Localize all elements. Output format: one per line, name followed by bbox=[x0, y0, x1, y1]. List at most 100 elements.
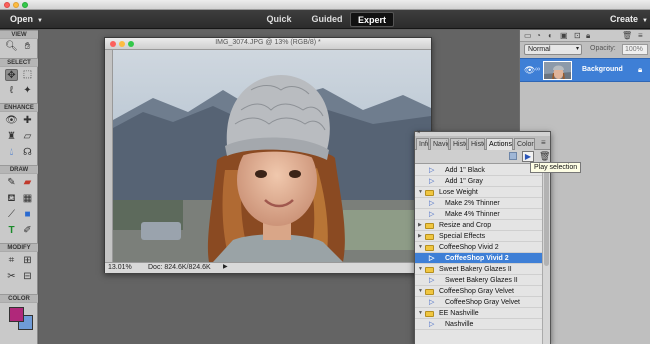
tab-history[interactable]: Histo bbox=[468, 138, 485, 150]
action-label: Lose Weight bbox=[439, 189, 478, 196]
tab-navigator[interactable]: Navig bbox=[430, 138, 449, 150]
panel-menu-icon[interactable]: ≡ bbox=[638, 31, 643, 40]
shape-tool-icon[interactable]: ■ bbox=[21, 209, 34, 221]
blend-mode-select[interactable]: Normal ▾ bbox=[524, 44, 582, 55]
eyedropper-tool-icon[interactable]: ⟋ bbox=[5, 209, 18, 221]
action-row[interactable]: ▷ Make 2% Thinner bbox=[415, 198, 542, 209]
pencil-tool-icon[interactable]: ✐ bbox=[21, 225, 34, 237]
panel-menu-icon[interactable]: ≡ bbox=[541, 138, 546, 147]
toolbox-section-draw: DRAW bbox=[0, 165, 38, 174]
action-icon: ▷ bbox=[429, 277, 435, 284]
content-aware-move-tool-icon[interactable]: ✂ bbox=[5, 271, 18, 283]
tab-quick[interactable]: Quick bbox=[262, 12, 296, 27]
create-menu[interactable]: Create ▼ bbox=[610, 14, 648, 24]
visibility-eye-icon[interactable]: 👁︎ bbox=[524, 65, 535, 76]
zoom-level[interactable]: 13.01% bbox=[108, 264, 132, 271]
action-label: Add 1" Gray bbox=[445, 178, 483, 185]
chevron-down-icon: ▼ bbox=[642, 18, 648, 24]
document-window: IMG_3074.JPG @ 13% (RGB/8) * 13.01% Doc:… bbox=[104, 37, 432, 273]
expand-triangle-icon[interactable]: ▼ bbox=[418, 187, 423, 198]
delete-action-icon[interactable]: 🗑︎ bbox=[539, 151, 550, 162]
expand-triangle-icon[interactable]: ▼ bbox=[418, 242, 423, 253]
stop-icon[interactable] bbox=[509, 152, 517, 160]
action-set-row[interactable]: ▼ Sweet Bakery Glazes II bbox=[415, 264, 542, 275]
action-set-row[interactable]: ▼ CoffeeShop Gray Velvet bbox=[415, 286, 542, 297]
expand-triangle-icon[interactable]: ▼ bbox=[418, 264, 423, 275]
open-menu-label: Open bbox=[10, 14, 34, 24]
new-layer-icon[interactable]: ▭ bbox=[524, 31, 532, 40]
expand-triangle-icon[interactable]: ▼ bbox=[418, 286, 423, 297]
folder-icon bbox=[425, 234, 434, 240]
paint-bucket-tool-icon[interactable]: ⛾ bbox=[5, 193, 18, 205]
sponge-tool-icon[interactable]: ☊ bbox=[21, 147, 34, 159]
play-selection-button[interactable]: ▶ bbox=[522, 151, 534, 162]
tab-expert[interactable]: Expert bbox=[350, 12, 394, 27]
scrollbar-thumb[interactable] bbox=[544, 166, 549, 266]
layer-row-background[interactable]: 👁︎ ∞ Background 🔒︎ bbox=[520, 58, 650, 82]
brush-tool-icon[interactable]: ✎ bbox=[5, 177, 18, 189]
collapse-triangle-icon[interactable]: ▶ bbox=[418, 231, 422, 242]
lasso-tool-icon[interactable]: ℓ bbox=[5, 85, 18, 97]
move-tool-icon[interactable]: ✥ bbox=[5, 69, 18, 81]
opacity-field[interactable]: 100% bbox=[622, 44, 648, 55]
photo-canvas[interactable] bbox=[113, 50, 431, 262]
minimize-window-button[interactable] bbox=[13, 2, 19, 8]
collapse-triangle-icon[interactable]: ▶ bbox=[418, 220, 422, 231]
folder-icon bbox=[425, 289, 434, 295]
zoom-window-button[interactable] bbox=[22, 2, 28, 8]
foreground-color-swatch[interactable] bbox=[9, 307, 24, 322]
close-window-button[interactable] bbox=[4, 2, 10, 8]
open-menu[interactable]: Open ▼ bbox=[10, 14, 43, 24]
action-set-row[interactable]: ▼ CoffeeShop Vivid 2 bbox=[415, 242, 542, 253]
layer-mask-icon[interactable]: ▣ bbox=[560, 31, 568, 40]
blur-tool-icon[interactable]: 💧︎ bbox=[5, 147, 18, 159]
action-row[interactable]: ▷ Sweet Bakery Glazes II bbox=[415, 275, 542, 286]
type-tool-icon[interactable]: T bbox=[5, 225, 18, 237]
red-eye-tool-icon[interactable]: 👁︎ bbox=[5, 115, 18, 127]
action-row[interactable]: ▷ Make 4% Thinner bbox=[415, 209, 542, 220]
tab-guided[interactable]: Guided bbox=[307, 12, 347, 27]
expand-triangle-icon[interactable]: ▼ bbox=[418, 308, 423, 319]
delete-layer-icon[interactable]: 🗑︎ bbox=[622, 31, 632, 40]
tab-histogram[interactable]: Histo bbox=[450, 138, 467, 150]
document-title: IMG_3074.JPG @ 13% (RGB/8) * bbox=[215, 39, 321, 46]
eraser-enhance-tool-icon[interactable]: ▱ bbox=[21, 131, 34, 143]
magic-wand-tool-icon[interactable]: ✦ bbox=[21, 85, 34, 97]
actions-scrollbar[interactable] bbox=[542, 164, 550, 344]
status-menu-arrow-icon[interactable]: ▶ bbox=[223, 263, 228, 270]
tab-info[interactable]: Info bbox=[416, 138, 429, 150]
action-label: CoffeeShop Vivid 2 bbox=[439, 244, 499, 251]
spot-healing-tool-icon[interactable]: ✚ bbox=[21, 115, 34, 127]
tab-color[interactable]: Color bbox=[514, 138, 535, 150]
marquee-tool-icon[interactable]: ⬚ bbox=[21, 69, 34, 81]
action-row[interactable]: ▷ Add 1" Black bbox=[415, 165, 542, 176]
action-row[interactable]: ▷ Nashville bbox=[415, 319, 542, 330]
eraser-tool-icon[interactable]: ▰ bbox=[21, 177, 34, 189]
action-set-row[interactable]: ▼ EE Nashville bbox=[415, 308, 542, 319]
recompose-tool-icon[interactable]: ⊞ bbox=[21, 255, 34, 267]
action-row[interactable]: ▷ CoffeeShop Gray Velvet bbox=[415, 297, 542, 308]
straighten-tool-icon[interactable]: ⊟ bbox=[21, 271, 34, 283]
hand-tool-icon[interactable]: ✋︎ bbox=[21, 41, 34, 53]
folder-icon bbox=[425, 223, 434, 229]
tab-actions[interactable]: Actions bbox=[486, 138, 513, 150]
document-titlebar[interactable]: IMG_3074.JPG @ 13% (RGB/8) * bbox=[105, 38, 431, 50]
link-icon[interactable]: ∞ bbox=[535, 66, 540, 73]
action-label: Make 4% Thinner bbox=[445, 211, 500, 218]
adjustment-layer-icon[interactable]: ◐ bbox=[548, 31, 553, 40]
folder-icon bbox=[425, 190, 434, 196]
new-group-icon[interactable]: ◔ bbox=[536, 31, 541, 40]
action-icon: ▷ bbox=[429, 200, 435, 207]
action-set-row[interactable]: ▶ Resize and Crop bbox=[415, 220, 542, 231]
lock-all-icon[interactable]: 🔒︎ bbox=[586, 31, 590, 41]
action-label: Sweet Bakery Glazes II bbox=[439, 266, 512, 273]
action-row[interactable]: ▷ Add 1" Gray bbox=[415, 176, 542, 187]
clone-stamp-tool-icon[interactable]: ♜ bbox=[5, 131, 18, 143]
crop-tool-icon[interactable]: ⌗ bbox=[5, 255, 18, 267]
action-row[interactable]: ▷ CoffeeShop Vivid 2 bbox=[415, 253, 542, 264]
action-set-row[interactable]: ▼ Lose Weight bbox=[415, 187, 542, 198]
action-set-row[interactable]: ▶ Special Effects bbox=[415, 231, 542, 242]
lock-transparent-icon[interactable]: ⊡ bbox=[574, 31, 581, 40]
gradient-tool-icon[interactable]: ▦ bbox=[21, 193, 34, 205]
zoom-tool-icon[interactable]: 🔍︎ bbox=[5, 41, 18, 53]
